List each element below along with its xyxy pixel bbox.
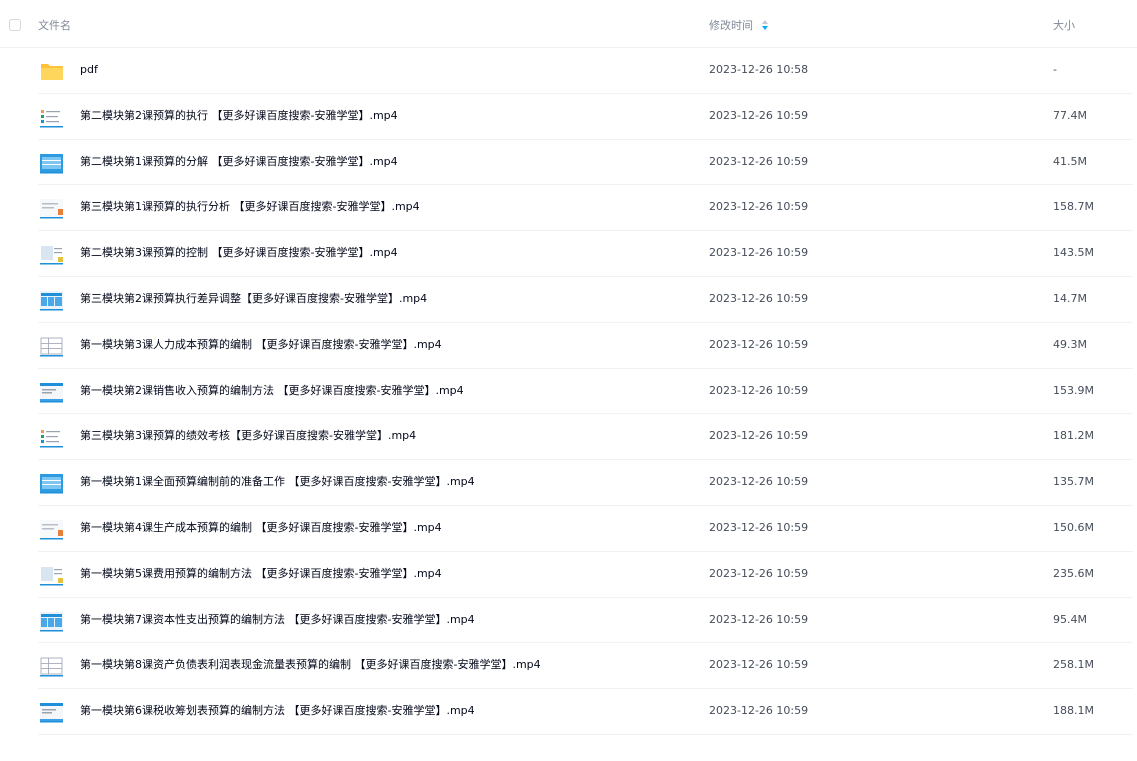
file-name[interactable]: 第一模块第8课资产负债表利润表现金流量表预算的编制 【更多好课百度搜索-安雅学堂… [80,658,541,672]
file-row[interactable]: 第一模块第2课销售收入预算的编制方法 【更多好课百度搜索-安雅学堂】.mp4 20… [38,369,1133,415]
file-name[interactable]: 第二模块第3课预算的控制 【更多好课百度搜索-安雅学堂】.mp4 [80,246,398,260]
file-size: 150.6M [1053,520,1094,534]
video-thumbnail-icon[interactable] [38,243,65,265]
video-thumbnail-icon[interactable] [38,197,65,219]
file-name[interactable]: 第三模块第2课预算执行差异调整【更多好课百度搜索-安雅学堂】.mp4 [80,292,427,306]
file-row[interactable]: 第二模块第2课预算的执行 【更多好课百度搜索-安雅学堂】.mp4 2023-12-… [38,94,1133,140]
file-name[interactable]: 第一模块第7课资本性支出预算的编制方法 【更多好课百度搜索-安雅学堂】.mp4 [80,613,475,627]
file-modified-time: 2023-12-26 10:59 [709,566,809,580]
select-all-checkbox[interactable] [9,19,21,31]
file-modified-time: 2023-12-26 10:59 [709,246,809,260]
file-size: - [1053,63,1057,76]
file-modified-time: 2023-12-26 10:59 [709,520,809,534]
column-header-size[interactable]: 大小 [1053,19,1075,33]
file-modified-time: 2023-12-26 10:59 [709,704,809,718]
file-size: 41.5M [1053,154,1087,168]
folder-icon[interactable] [38,60,65,82]
file-row[interactable]: pdf 2023-12-26 10:58 - [38,48,1133,94]
file-size: 95.4M [1053,612,1087,626]
file-row[interactable]: 第一模块第7课资本性支出预算的编制方法 【更多好课百度搜索-安雅学堂】.mp4 2… [38,598,1133,644]
file-modified-time: 2023-12-26 10:59 [709,200,809,214]
file-modified-time: 2023-12-26 10:59 [709,429,809,443]
file-name[interactable]: 第二模块第1课预算的分解 【更多好课百度搜索-安雅学堂】.mp4 [80,155,398,169]
file-modified-time: 2023-12-26 10:59 [709,475,809,489]
file-name[interactable]: 第一模块第6课税收筹划表预算的编制方法 【更多好课百度搜索-安雅学堂】.mp4 [80,704,475,718]
file-name[interactable]: 第一模块第5课费用预算的编制方法 【更多好课百度搜索-安雅学堂】.mp4 [80,567,442,581]
file-size: 153.9M [1053,383,1094,397]
video-thumbnail-icon[interactable] [38,610,65,632]
file-name[interactable]: 第一模块第1课全面预算编制前的准备工作 【更多好课百度搜索-安雅学堂】.mp4 [80,475,475,489]
file-row[interactable]: 第一模块第4课生产成本预算的编制 【更多好课百度搜索-安雅学堂】.mp4 2023… [38,506,1133,552]
file-modified-time: 2023-12-26 10:59 [709,154,809,168]
file-name[interactable]: 第三模块第3课预算的绩效考核【更多好课百度搜索-安雅学堂】.mp4 [80,429,416,443]
file-modified-time: 2023-12-26 10:58 [709,63,809,76]
file-size: 188.1M [1053,704,1094,718]
file-modified-time: 2023-12-26 10:59 [709,291,809,305]
file-row[interactable]: 第三模块第1课预算的执行分析 【更多好课百度搜索-安雅学堂】.mp4 2023-1… [38,185,1133,232]
video-thumbnail-icon[interactable] [38,655,65,677]
video-thumbnail-icon[interactable] [38,381,65,403]
video-thumbnail-icon[interactable] [38,518,65,540]
file-size: 143.5M [1053,246,1094,260]
file-name[interactable]: 第二模块第2课预算的执行 【更多好课百度搜索-安雅学堂】.mp4 [80,109,398,123]
file-size: 135.7M [1053,475,1094,489]
video-thumbnail-icon[interactable] [38,426,65,448]
video-thumbnail-icon[interactable] [38,701,65,723]
video-thumbnail-icon[interactable] [38,564,65,586]
file-row[interactable]: 第三模块第2课预算执行差异调整【更多好课百度搜索-安雅学堂】.mp4 2023-1… [38,277,1133,323]
video-thumbnail-icon[interactable] [38,472,65,494]
file-row[interactable]: 第三模块第3课预算的绩效考核【更多好课百度搜索-安雅学堂】.mp4 2023-12… [38,414,1133,461]
file-row[interactable]: 第二模块第3课预算的控制 【更多好课百度搜索-安雅学堂】.mp4 2023-12-… [38,231,1133,277]
video-thumbnail-icon[interactable] [38,335,65,357]
file-modified-time: 2023-12-26 10:59 [709,383,809,397]
file-size: 77.4M [1053,108,1087,122]
file-name[interactable]: 第三模块第1课预算的执行分析 【更多好课百度搜索-安雅学堂】.mp4 [80,200,420,214]
file-row[interactable]: 第一模块第5课费用预算的编制方法 【更多好课百度搜索-安雅学堂】.mp4 2023… [38,552,1133,598]
video-thumbnail-icon[interactable] [38,289,65,311]
file-size: 14.7M [1053,291,1087,305]
file-modified-time: 2023-12-26 10:59 [709,612,809,626]
file-modified-time: 2023-12-26 10:59 [709,658,809,672]
file-size: 181.2M [1053,429,1094,443]
file-list-header: 文件名 修改时间 大小 [0,0,1137,48]
file-list: pdf 2023-12-26 10:58 - 第二模块第2课预算的执行 【更多好课百度… [0,48,1137,735]
file-modified-time: 2023-12-26 10:59 [709,108,809,122]
file-size: 158.7M [1053,200,1094,214]
file-name[interactable]: 第一模块第4课生产成本预算的编制 【更多好课百度搜索-安雅学堂】.mp4 [80,521,442,535]
column-header-time[interactable]: 修改时间 [709,19,753,33]
video-thumbnail-icon[interactable] [38,106,65,128]
file-row[interactable]: 第一模块第3课人力成本预算的编制 【更多好课百度搜索-安雅学堂】.mp4 2023… [38,323,1133,369]
video-thumbnail-icon[interactable] [38,152,65,174]
file-row[interactable]: 第一模块第8课资产负债表利润表现金流量表预算的编制 【更多好课百度搜索-安雅学堂… [38,643,1133,690]
file-size: 258.1M [1053,658,1094,672]
file-size: 49.3M [1053,337,1087,351]
file-name[interactable]: 第一模块第2课销售收入预算的编制方法 【更多好课百度搜索-安雅学堂】.mp4 [80,384,464,398]
file-name[interactable]: pdf [80,63,98,77]
file-size: 235.6M [1053,566,1094,580]
file-modified-time: 2023-12-26 10:59 [709,337,809,351]
file-name[interactable]: 第一模块第3课人力成本预算的编制 【更多好课百度搜索-安雅学堂】.mp4 [80,338,442,352]
sort-icon[interactable] [761,18,769,32]
file-row[interactable]: 第二模块第1课预算的分解 【更多好课百度搜索-安雅学堂】.mp4 2023-12-… [38,140,1133,186]
file-row[interactable]: 第一模块第6课税收筹划表预算的编制方法 【更多好课百度搜索-安雅学堂】.mp4 2… [38,689,1133,735]
column-header-name[interactable]: 文件名 [38,19,71,33]
file-row[interactable]: 第一模块第1课全面预算编制前的准备工作 【更多好课百度搜索-安雅学堂】.mp4 2… [38,460,1133,506]
